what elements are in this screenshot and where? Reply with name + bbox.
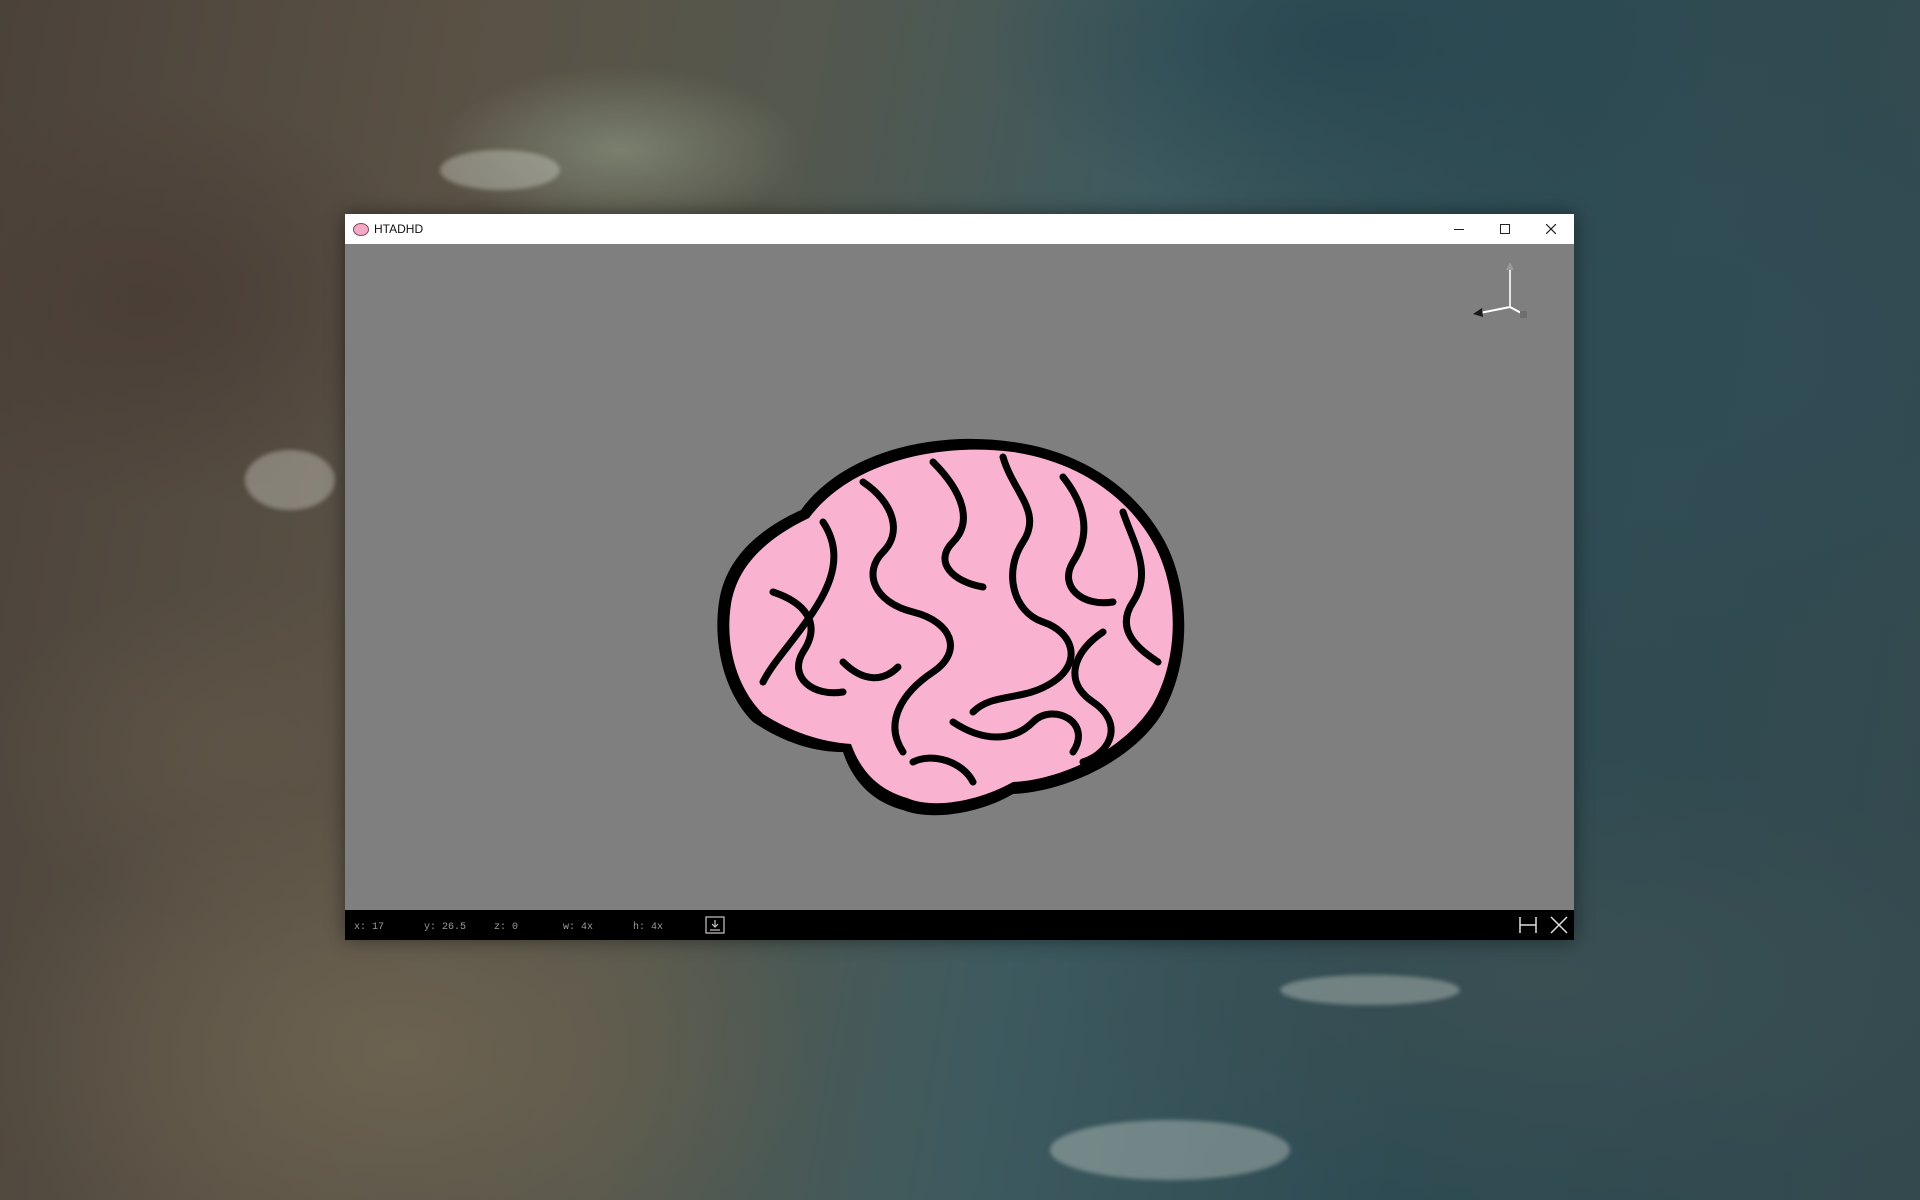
brain-icon (353, 223, 369, 236)
wallpaper-foam (1050, 1120, 1290, 1180)
h-icon[interactable] (1518, 916, 1538, 934)
wallpaper-foam (440, 150, 560, 190)
close-icon (1546, 224, 1556, 234)
window-title: HTADHD (374, 222, 424, 236)
maximize-button[interactable] (1482, 214, 1528, 244)
coord-y-readout[interactable]: y: 26.5 (424, 922, 466, 933)
coord-z-readout[interactable]: z: 0 (494, 922, 518, 933)
save-icon[interactable] (705, 916, 725, 934)
3d-viewport[interactable] (345, 244, 1574, 910)
height-readout[interactable]: h: 4x (633, 922, 663, 933)
brain-model[interactable] (713, 422, 1203, 822)
minimize-button[interactable] (1436, 214, 1482, 244)
x-icon[interactable] (1549, 916, 1569, 934)
axis-gizmo-icon[interactable] (1470, 262, 1540, 332)
coord-x-readout[interactable]: x: 17 (354, 922, 384, 933)
close-button[interactable] (1528, 214, 1574, 244)
app-window: HTADHD x: 17 y: 26.5 z: 0 w: 4x h: 4x (345, 214, 1574, 940)
title-bar[interactable]: HTADHD (345, 214, 1574, 244)
wallpaper-foam (1280, 975, 1460, 1005)
width-readout[interactable]: w: 4x (563, 922, 593, 933)
status-bar: x: 17 y: 26.5 z: 0 w: 4x h: 4x (345, 910, 1574, 940)
wallpaper-foam (245, 450, 335, 510)
